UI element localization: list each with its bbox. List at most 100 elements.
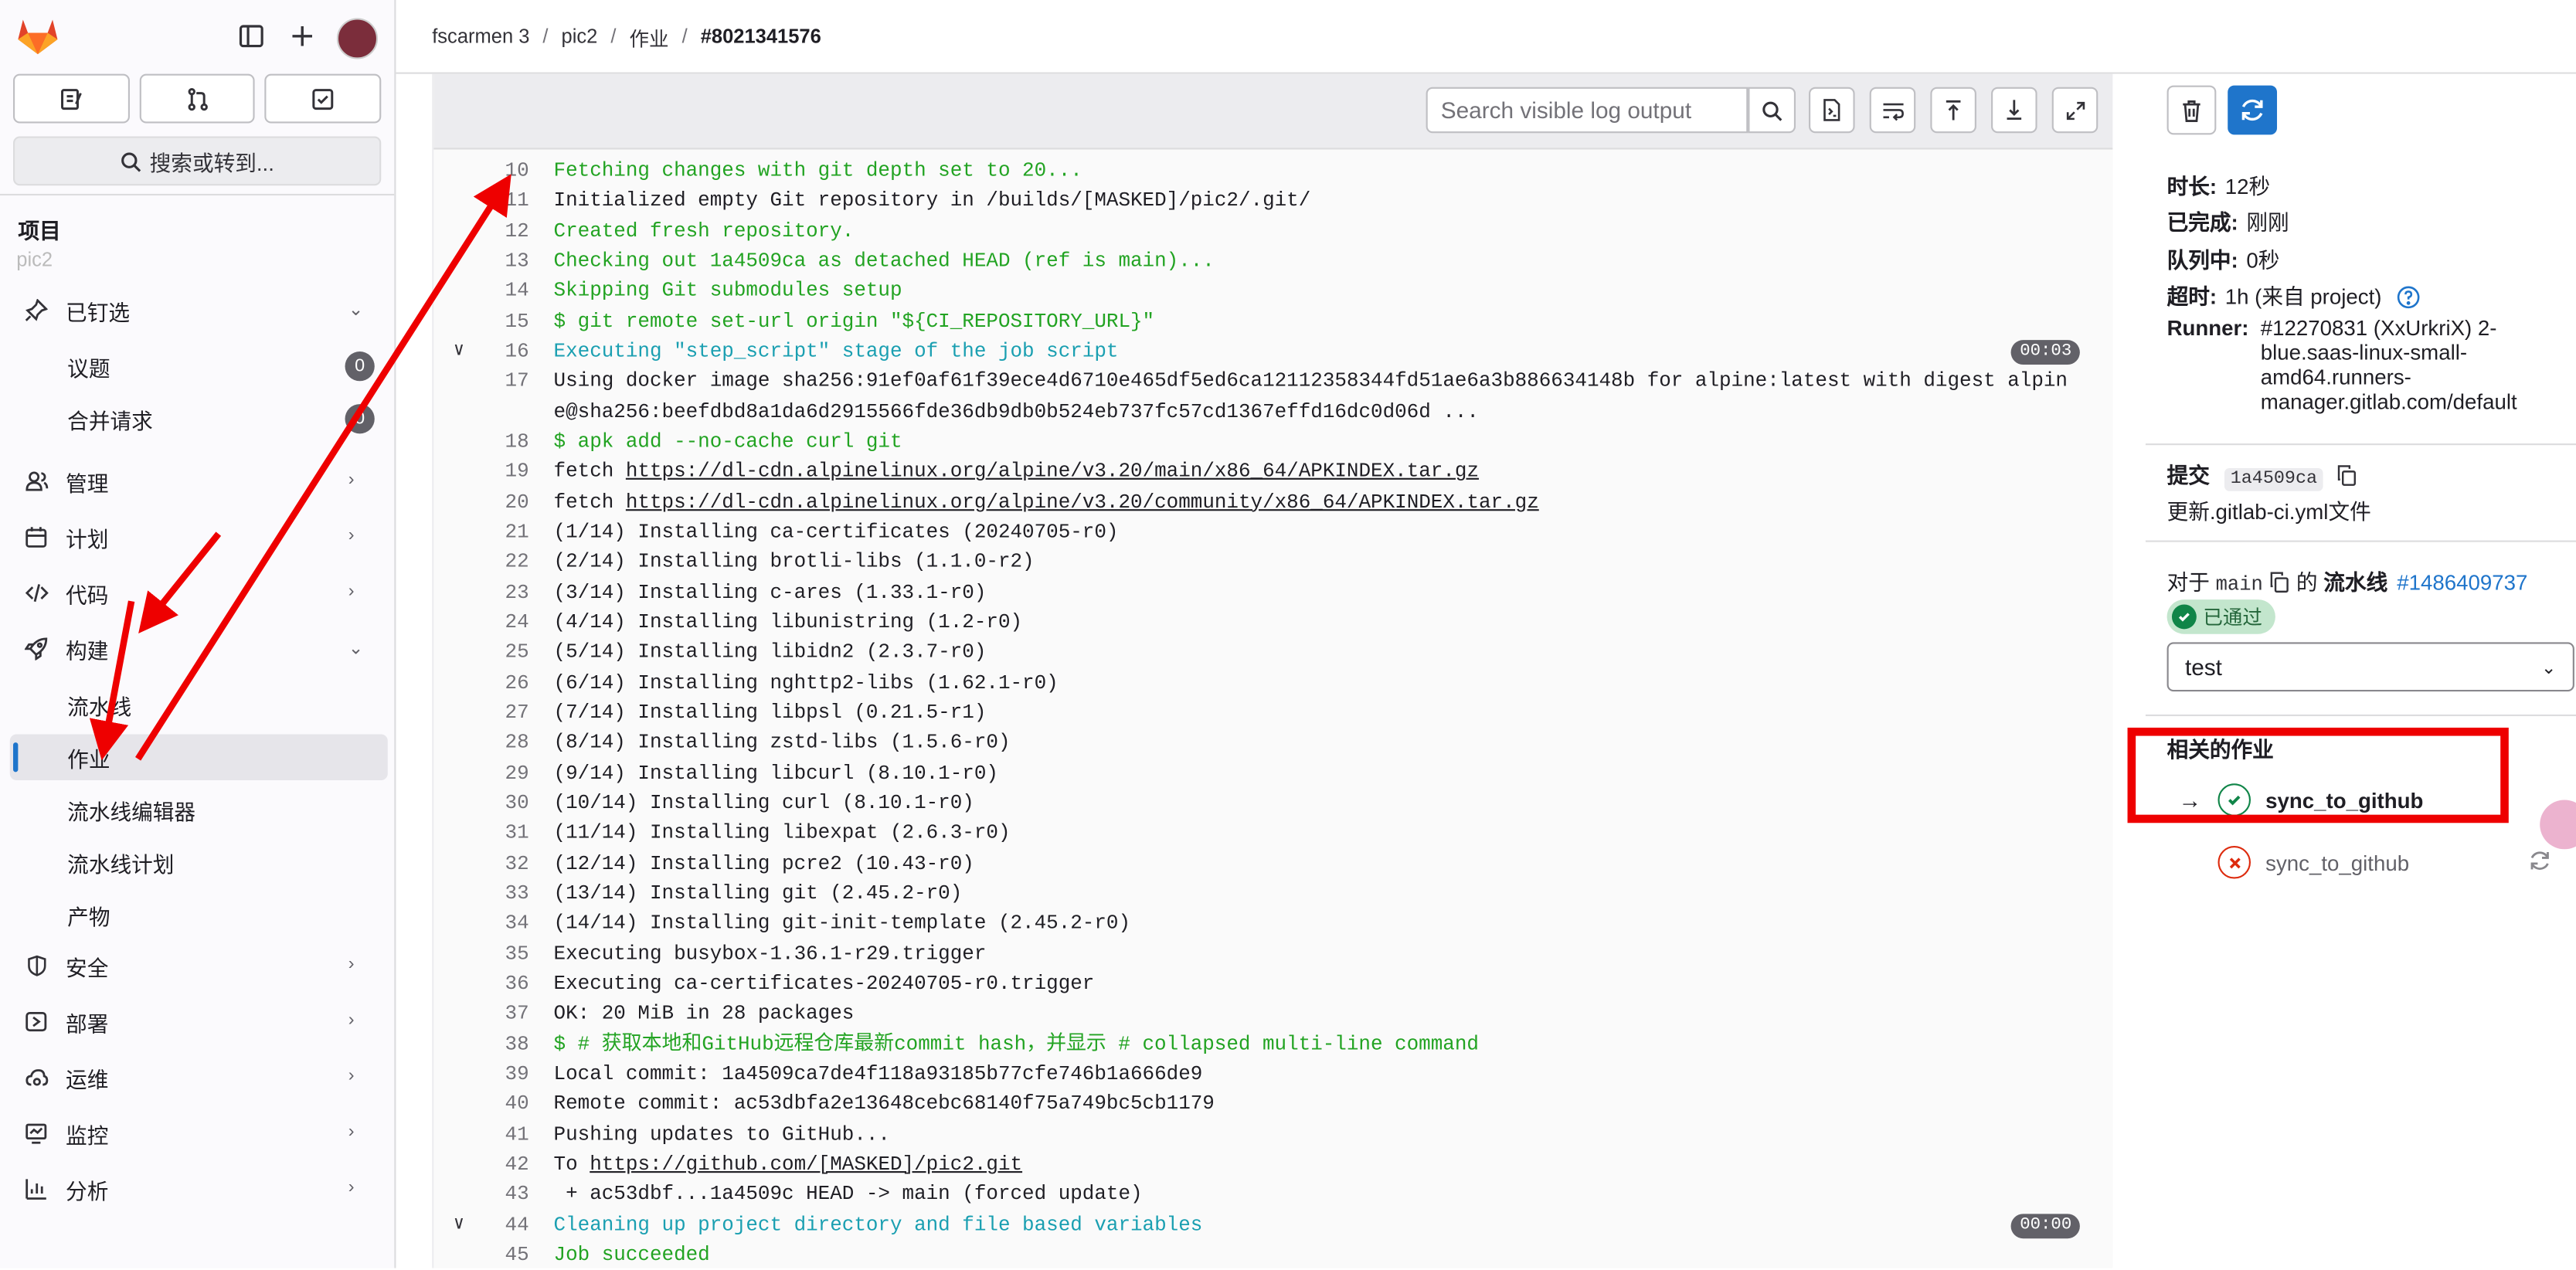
toggle-wrap-button[interactable] [1869, 87, 1916, 134]
global-search-button[interactable]: 搜索或转到... [13, 136, 382, 186]
stage-dropdown[interactable]: test ⌄ [2166, 642, 2574, 692]
create-new-icon[interactable] [284, 18, 321, 54]
commit-sha-link[interactable]: 1a4509ca [2224, 467, 2324, 491]
line-number[interactable]: 28 [470, 728, 529, 758]
line-number[interactable]: 10 [470, 156, 529, 186]
line-number[interactable]: 41 [470, 1119, 529, 1149]
sidebar-item-pipeline-schedules[interactable]: 流水线计划 [10, 840, 388, 886]
line-number[interactable]: 43 [470, 1180, 529, 1210]
line-number[interactable]: 39 [470, 1059, 529, 1089]
line-number[interactable]: 31 [470, 818, 529, 848]
line-number[interactable]: 18 [470, 427, 529, 457]
log-link[interactable]: https://dl-cdn.alpinelinux.org/alpine/v3… [626, 491, 1539, 514]
copy-icon[interactable] [2336, 465, 2358, 487]
line-number[interactable]: 20 [470, 487, 529, 518]
sidebar-toggle-icon[interactable] [233, 18, 270, 54]
sidebar-item-artifacts[interactable]: 产物 [10, 892, 388, 939]
sidebar-item-code[interactable]: 代码 › [10, 570, 388, 616]
line-number[interactable]: 40 [470, 1089, 529, 1119]
line-number[interactable]: 19 [470, 457, 529, 487]
collapse-section-icon[interactable]: ∨ [454, 1210, 464, 1240]
line-number[interactable]: 13 [470, 246, 529, 277]
sidebar-item-monitor[interactable]: 监控 › [10, 1110, 388, 1156]
log-link[interactable]: https://github.com/[MASKED]/pic2.git [590, 1153, 1022, 1176]
line-number[interactable]: 26 [470, 668, 529, 698]
retry-icon[interactable] [2528, 849, 2551, 872]
line-number[interactable]: 21 [470, 518, 529, 548]
line-number[interactable]: 12 [470, 216, 529, 246]
log-line: 11 Initialized empty Git repository in /b… [433, 186, 2112, 216]
line-number[interactable]: 36 [470, 969, 529, 999]
line-number[interactable]: 38 [470, 1029, 529, 1059]
line-number[interactable]: 14 [470, 277, 529, 307]
related-job-item[interactable]: sync_to_github [2217, 843, 2409, 882]
log-line: 27 (7/14) Installing libpsl (0.21.5-r1) [433, 698, 2112, 728]
line-number[interactable]: 45 [470, 1240, 529, 1270]
log-search-button[interactable] [1748, 87, 1796, 134]
pipeline-status-badge[interactable]: 已通过 [2166, 599, 2275, 634]
line-number[interactable]: 42 [470, 1149, 529, 1180]
sidebar-item-pinned[interactable]: 已钉选 ⌄ [10, 287, 388, 334]
sidebar-ghost-item: pic2 [16, 248, 53, 271]
line-number[interactable]: 29 [470, 758, 529, 788]
sidebar-quick-buttons [13, 73, 382, 124]
line-number[interactable]: 32 [470, 848, 529, 878]
line-number[interactable]: 44 [470, 1210, 529, 1240]
sidebar-item-merge-requests[interactable]: 合并请求 0 [10, 396, 388, 442]
log-text: (13/14) Installing git (2.45.2-r0) [553, 881, 963, 905]
help-icon[interactable] [2398, 286, 2421, 309]
sidebar-item-deploy[interactable]: 部署 › [10, 999, 388, 1045]
line-number[interactable]: 30 [470, 788, 529, 818]
line-number[interactable]: 25 [470, 638, 529, 668]
show-raw-button[interactable] [1809, 87, 1855, 134]
log-search-input[interactable] [1426, 87, 1748, 134]
line-number[interactable]: 33 [470, 878, 529, 908]
sidebar-item-pipelines[interactable]: 流水线 [10, 681, 388, 728]
erase-log-button[interactable] [2166, 85, 2217, 135]
breadcrumb-current[interactable]: #8021341576 [701, 25, 821, 53]
commit-title[interactable]: 更新.gitlab-ci.yml文件 [2167, 494, 2371, 525]
user-avatar[interactable] [336, 18, 379, 59]
breadcrumb-item[interactable]: pic2 [562, 25, 598, 53]
scroll-to-bottom-button[interactable] [1991, 87, 2037, 134]
line-number[interactable]: 23 [470, 578, 529, 608]
sidebar-item-analyze[interactable]: 分析 › [10, 1166, 388, 1213]
collapse-section-icon[interactable]: ∨ [454, 337, 464, 367]
sidebar-item-build[interactable]: 构建 ⌄ [10, 626, 388, 672]
sidebar-item-label: 分析 [66, 1178, 109, 1204]
issues-button[interactable] [13, 73, 130, 124]
line-number[interactable]: 16 [470, 337, 529, 367]
line-number[interactable]: 22 [470, 548, 529, 578]
scroll-to-top-button[interactable] [1930, 87, 1976, 134]
sidebar-item-label: 代码 [66, 582, 109, 607]
line-number[interactable]: 24 [470, 608, 529, 638]
log-text: $ apk add --no-cache curl git [553, 430, 902, 453]
issues-icon [60, 88, 82, 110]
sidebar-item-plan[interactable]: 计划 › [10, 514, 388, 561]
fullscreen-button[interactable] [2051, 87, 2099, 134]
log-line: 16 ∨ Executing "step_script" stage of the … [433, 337, 2112, 367]
breadcrumb-item[interactable]: 作业 [629, 25, 668, 53]
gitlab-logo[interactable] [16, 16, 59, 56]
line-number[interactable]: 35 [470, 939, 529, 969]
line-number[interactable]: 34 [470, 908, 529, 939]
line-number[interactable]: 27 [470, 698, 529, 728]
log-link[interactable]: https://dl-cdn.alpinelinux.org/alpine/v3… [626, 460, 1479, 484]
pipeline-link[interactable]: #1486409737 [2397, 570, 2527, 595]
copy-icon[interactable] [2269, 572, 2291, 593]
sidebar-item-pipeline-editor[interactable]: 流水线编辑器 [10, 786, 388, 833]
breadcrumb-item[interactable]: fscarmen 3 [432, 25, 529, 53]
line-number[interactable]: 11 [470, 186, 529, 216]
sidebar-item-operate[interactable]: 运维 › [10, 1054, 388, 1101]
line-number[interactable]: 37 [470, 999, 529, 1029]
merge-requests-button[interactable] [139, 73, 256, 124]
sidebar-item-issues[interactable]: 议题 0 [10, 343, 388, 389]
sidebar-item-secure[interactable]: 安全 › [10, 942, 388, 989]
sidebar-item-jobs[interactable]: 作业 [9, 734, 388, 780]
todo-button[interactable] [265, 73, 382, 124]
line-number[interactable]: 17 [470, 367, 529, 397]
sidebar-item-manage[interactable]: 管理 › [10, 458, 388, 504]
pipeline-ref[interactable]: main [2216, 573, 2263, 596]
line-number[interactable]: 15 [470, 307, 529, 337]
retry-job-button[interactable] [2228, 85, 2278, 135]
